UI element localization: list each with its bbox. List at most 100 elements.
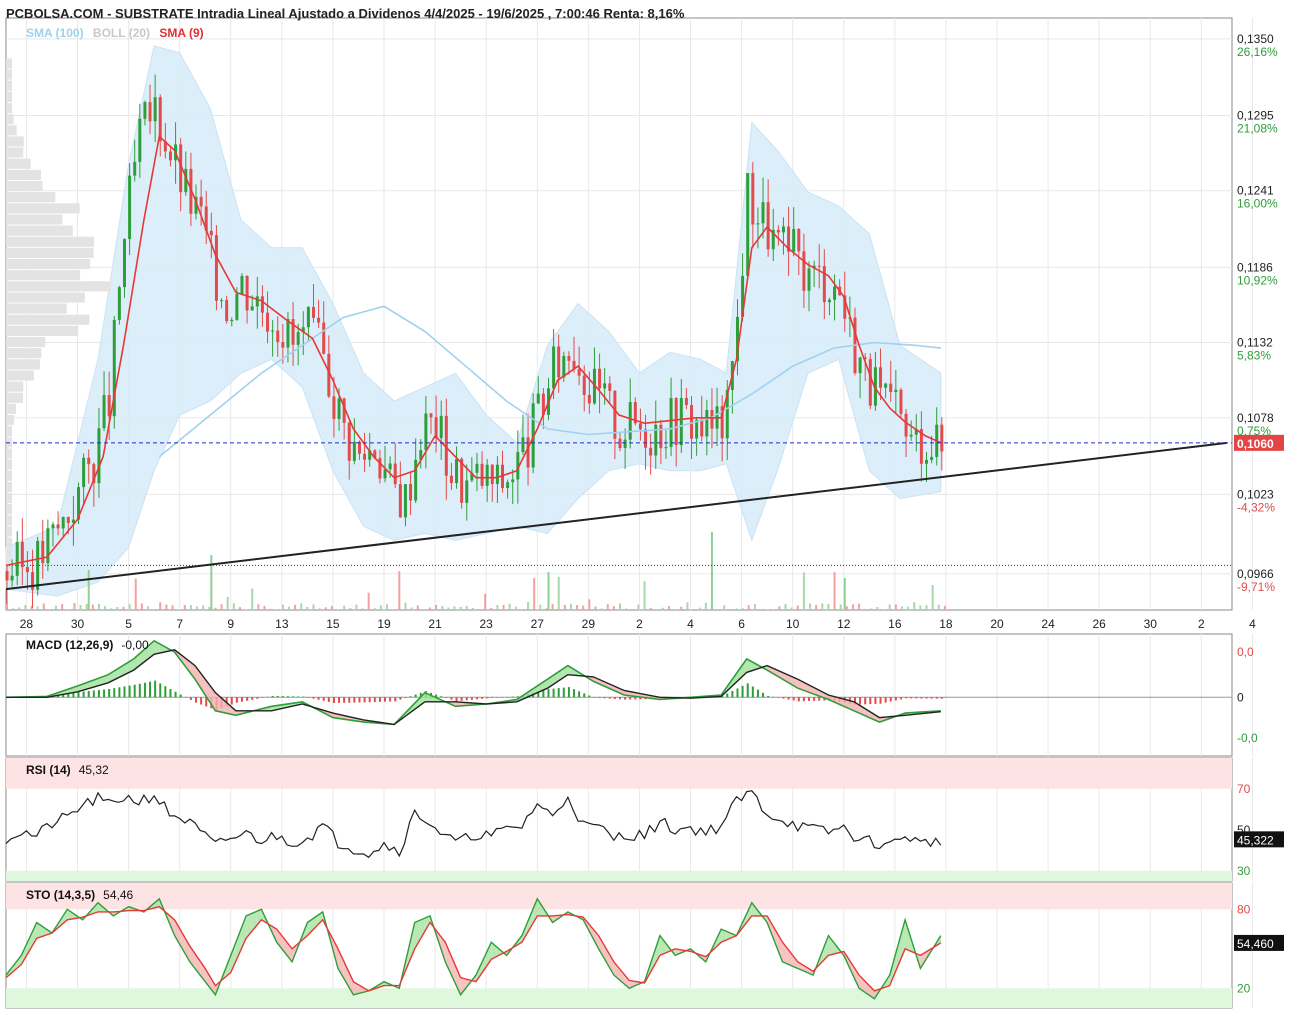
volume-bar xyxy=(547,572,550,610)
sto-tick-label: 20 xyxy=(1237,981,1251,995)
macd-histogram-bar xyxy=(353,697,356,703)
macd-histogram-bar xyxy=(103,689,106,698)
macd-histogram-bar xyxy=(777,697,780,698)
macd-histogram-bar xyxy=(899,697,902,700)
macd-histogram-bar xyxy=(772,696,775,698)
volume-profile-bar xyxy=(6,325,79,336)
candle-body xyxy=(746,173,750,276)
volume-bar xyxy=(514,606,517,610)
x-tick-label: 23 xyxy=(480,617,494,631)
x-tick-label: 16 xyxy=(888,617,902,631)
candle-body xyxy=(107,395,111,417)
candle-body xyxy=(649,447,653,456)
volume-profile-bar xyxy=(6,69,12,80)
rsi-oversold-zone xyxy=(6,870,1232,881)
volume-profile-bar xyxy=(6,481,12,492)
volume-profile-bar xyxy=(6,381,24,392)
volume-profile-bar xyxy=(6,102,12,114)
candle-body xyxy=(485,464,489,486)
volume-bar xyxy=(717,608,720,610)
volume-bar xyxy=(73,603,76,610)
macd-histogram-bar xyxy=(271,695,274,698)
volume-profile-bar xyxy=(6,91,12,102)
volume-profile-bar xyxy=(6,403,16,414)
candle-body xyxy=(705,410,709,437)
volume-profile-bar xyxy=(6,169,42,180)
candle-body xyxy=(56,524,60,529)
candle-body xyxy=(904,413,908,437)
volume-bar xyxy=(490,607,493,610)
macd-histogram-bar xyxy=(567,687,570,698)
rsi-label: RSI (14) xyxy=(26,763,71,777)
macd-histogram-bar xyxy=(445,697,448,698)
candle-body xyxy=(158,97,162,142)
x-tick-label: 21 xyxy=(428,617,442,631)
volume-bar xyxy=(551,603,554,610)
volume-bar xyxy=(349,608,352,610)
volume-profile-bar xyxy=(6,225,73,236)
macd-histogram-bar xyxy=(741,685,744,698)
volume-bar xyxy=(110,608,113,610)
macd-histogram-bar xyxy=(251,697,254,700)
legend-sma100[interactable]: SMA (100) xyxy=(26,26,84,40)
candle-body xyxy=(347,422,351,461)
candle-body xyxy=(608,383,612,391)
candle-body xyxy=(260,296,264,313)
macd-histogram-bar xyxy=(133,684,136,698)
candle-body xyxy=(930,456,934,460)
volume-bar xyxy=(361,608,364,610)
rsi-value: 45,32 xyxy=(78,763,109,777)
candle-body xyxy=(797,228,801,252)
volume-bar xyxy=(569,603,572,610)
candle-body xyxy=(322,322,326,354)
volume-bar xyxy=(661,607,664,610)
rsi-tick-label: 70 xyxy=(1237,782,1251,796)
volume-bar xyxy=(864,608,867,610)
volume-bar xyxy=(833,572,836,610)
volume-bar xyxy=(232,603,235,610)
volume-bar xyxy=(766,609,769,610)
macd-histogram-bar xyxy=(593,697,596,698)
macd-histogram-bar xyxy=(501,697,504,698)
macd-histogram-bar xyxy=(77,692,80,698)
current-price-label: 0,1060 xyxy=(1237,437,1274,451)
volume-bar xyxy=(827,603,830,610)
volume-bar xyxy=(576,605,579,610)
macd-histogram-bar xyxy=(138,683,141,698)
legend-boll[interactable]: BOLL (20) xyxy=(93,26,150,40)
legend-sma9[interactable]: SMA (9) xyxy=(159,26,203,40)
candle-body xyxy=(214,235,218,301)
x-tick-label: 2 xyxy=(636,617,643,631)
macd-histogram-bar xyxy=(184,697,187,698)
x-tick-label: 6 xyxy=(738,617,745,631)
macd-label: MACD (12,26,9) xyxy=(26,638,114,652)
candle-body xyxy=(756,223,760,225)
x-tick-label: 4 xyxy=(687,617,694,631)
macd-histogram-bar xyxy=(767,695,770,698)
macd-histogram-bar xyxy=(159,683,162,698)
candle-body xyxy=(20,541,24,568)
macd-histogram-bar xyxy=(578,691,581,698)
volume-bar xyxy=(275,609,278,610)
macd-histogram-bar xyxy=(113,688,116,698)
candle-body xyxy=(409,484,413,501)
volume-bar xyxy=(931,585,934,610)
macd-histogram-bar xyxy=(307,697,310,698)
macd-histogram-bar xyxy=(327,697,330,702)
volume-profile-bar xyxy=(6,370,34,381)
volume-bar xyxy=(36,606,39,610)
macd-histogram-bar xyxy=(154,680,157,698)
macd-histogram-bar xyxy=(629,697,632,700)
macd-histogram-bar xyxy=(808,697,811,701)
macd-histogram-bar xyxy=(409,696,412,698)
volume-bar xyxy=(79,604,82,610)
macd-histogram-bar xyxy=(179,694,182,698)
macd-histogram-bar xyxy=(312,697,315,699)
macd-histogram-bar xyxy=(746,683,749,698)
volume-profile-bar xyxy=(6,526,12,537)
volume-bar xyxy=(210,555,213,610)
volume-bar xyxy=(943,605,946,610)
volume-profile-bar xyxy=(6,359,41,370)
volume-profile-bar xyxy=(6,192,56,203)
candle-body xyxy=(245,275,249,311)
